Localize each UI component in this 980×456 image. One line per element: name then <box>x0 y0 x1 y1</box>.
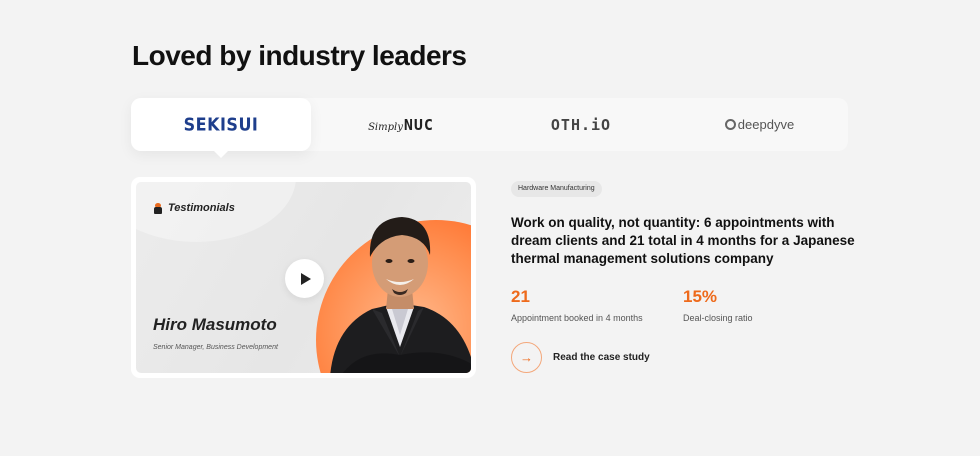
speaker-role: Senior Manager, Business Development <box>153 344 278 351</box>
stat-value: 15% <box>683 287 718 306</box>
testimonial-video-card[interactable]: Testimonials Hiro Masumoto Senior Manage… <box>131 177 476 378</box>
oth-logo: OTH.iO <box>550 115 612 134</box>
stat-label: Deal-closing ratio <box>683 313 753 323</box>
sekisui-logo: SEKISUI <box>183 114 259 135</box>
speaker-portrait <box>330 217 471 373</box>
section-title: Loved by industry leaders <box>132 40 467 71</box>
logo-tab-sekisui[interactable]: SEKISUI <box>131 98 311 158</box>
stat-closing-ratio: 15% Deal-closing ratio <box>683 287 753 323</box>
simplynuc-logo: Simply NUC <box>368 115 434 134</box>
industry-tag: Hardware Manufacturing <box>511 181 602 197</box>
play-icon <box>301 272 311 285</box>
play-button[interactable] <box>285 259 324 298</box>
arrow-right-icon[interactable]: → <box>511 342 542 373</box>
speaker-name: Hiro Masumoto <box>153 315 277 334</box>
stat-label: Appointment booked in 4 months <box>511 313 643 323</box>
testimonials-label: Testimonials <box>154 202 235 214</box>
deepdyve-mark-icon <box>724 119 736 130</box>
client-logo-tabs: SEKISUI Simply NUC OTH.iO deepdyve <box>131 98 848 158</box>
logo-tab-deepdyve[interactable]: deepdyve <box>671 98 848 151</box>
stat-value: 21 <box>511 287 530 306</box>
deepdyve-logo: deepdyve <box>724 117 794 132</box>
logo-tab-simplynuc[interactable]: Simply NUC <box>311 98 491 151</box>
logo-tab-oth[interactable]: OTH.iO <box>491 98 671 151</box>
read-case-study-label[interactable]: Read the case study <box>553 352 650 363</box>
stat-appointments: 21 Appointment booked in 4 months <box>511 287 643 323</box>
testimonial-person-icon <box>154 202 162 214</box>
case-study-headline: Work on quality, not quantity: 6 appoint… <box>511 215 855 266</box>
video-thumbnail[interactable]: Testimonials Hiro Masumoto Senior Manage… <box>136 182 471 373</box>
read-case-study-link[interactable]: → Read the case study <box>511 342 650 373</box>
